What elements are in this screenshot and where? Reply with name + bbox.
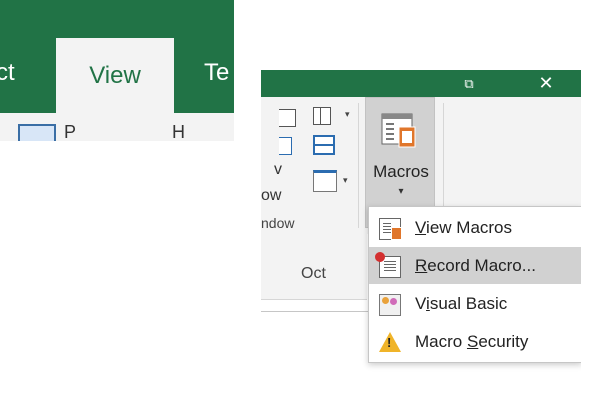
ribbon-text-fragment: P [64,122,77,141]
close-window-icon[interactable]: ✕ [531,70,561,97]
menu-item-label: Record Macro... [415,256,536,275]
restore-window-icon[interactable]: ⧉ [454,70,484,97]
chevron-down-icon[interactable]: ▾ [345,109,350,120]
ribbon-text-fragment: v [274,161,282,178]
page-layout-icon[interactable] [18,124,56,141]
view-macros-icon [379,218,402,240]
ribbon-text-fragment: ow [261,187,282,204]
exclamation-icon: ! [387,335,392,350]
menu-item-label: Visual Basic [415,294,508,313]
menu-item-record-macro[interactable]: Record Macro... [369,247,581,284]
visual-basic-icon [379,294,401,316]
column-header-label: Oct [301,265,326,282]
menu-item-macro-security[interactable]: ! Macro Security [369,323,581,360]
arrange-all-icon[interactable] [279,137,292,155]
record-macro-icon [375,252,401,278]
grid-line [261,311,371,312]
chevron-down-icon: ▾ [398,186,404,197]
macros-icon [381,113,416,148]
ribbon-text-fragment-2: H [172,122,185,141]
chevron-down-icon[interactable]: ▾ [343,175,348,186]
column-header[interactable]: Oct [261,234,367,300]
group-label-window: ndow [261,215,295,231]
new-window-icon[interactable] [279,109,296,127]
tab-bar-crop: ct View Te P H [0,0,234,141]
freeze-panes-icon[interactable] [313,107,331,125]
tab-previous[interactable]: ct [0,56,15,90]
macros-label: Macros [373,162,429,181]
menu-item-visual-basic[interactable]: Visual Basic [369,285,581,322]
macros-dropdown-menu: View Macros Record Macro... Visual Basic… [368,206,582,363]
tab-next[interactable]: Te [204,56,229,90]
menu-item-label: Macro Security [415,332,529,351]
menu-item-label: View Macros [415,218,513,237]
menu-item-view-macros[interactable]: View Macros [369,209,581,246]
tab-view[interactable]: View [56,38,174,113]
group-divider [358,103,359,228]
switch-windows-icon[interactable] [313,170,337,192]
split-icon[interactable] [313,135,335,155]
right-margin [581,70,596,401]
excel-window-crop: ⧉ ✕ ▾ ▾ v ow ndow Macros ▾ Oct View Macr… [261,70,596,401]
title-bar: ⧉ ✕ [261,70,581,97]
